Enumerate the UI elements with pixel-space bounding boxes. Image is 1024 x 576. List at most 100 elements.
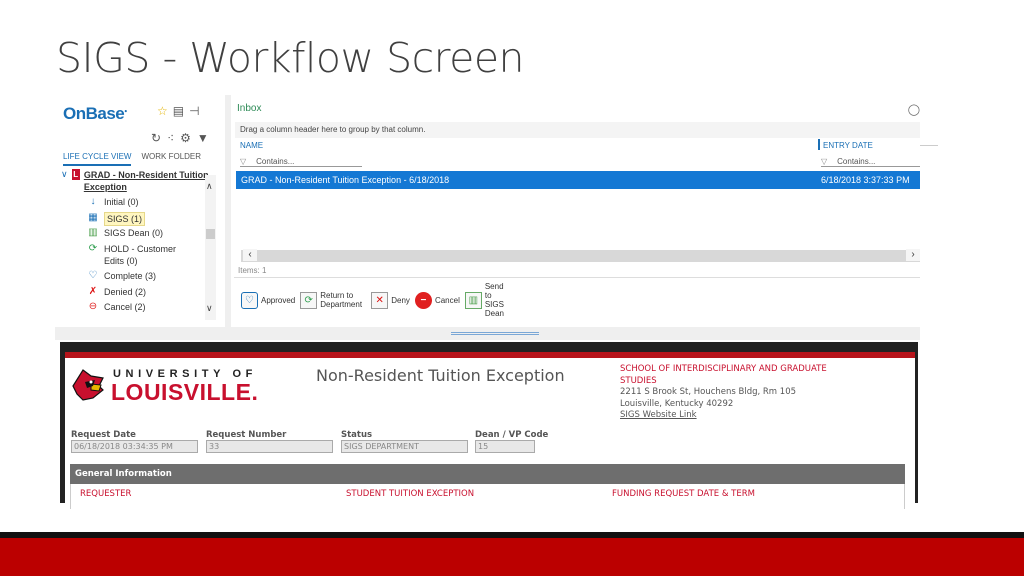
layout-icon[interactable]: ▤ bbox=[173, 104, 184, 118]
tab-work-folder[interactable]: WORK FOLDER bbox=[141, 152, 201, 166]
form-window: UNIVERSITY OF LOUISVILLE. Non-Resident T… bbox=[60, 342, 918, 509]
view-tabs: LIFE CYCLE VIEW WORK FOLDER bbox=[63, 152, 201, 166]
lifecycle-icon: L bbox=[71, 169, 80, 180]
onbase-window: OnBase● ☆ ▤ ⊣ ↻ ⁖ ⚙ ▼ LIFE CYCLE VIEW WO… bbox=[55, 95, 920, 340]
tree-items: ↓ Initial (0) ▦ SIGS (1) ▥ SIGS Dean (0)… bbox=[88, 196, 211, 317]
school-address-1: 2211 S Brook St, Houchens Bldg, Rm 105 bbox=[620, 387, 797, 397]
scroll-thumb[interactable] bbox=[206, 229, 215, 239]
tree-item-complete[interactable]: ♡ Complete (3) bbox=[88, 270, 211, 286]
cancel-button[interactable]: − Cancel bbox=[414, 291, 460, 309]
panel-splitter[interactable] bbox=[451, 332, 539, 335]
tree-item-label: Denied (2) bbox=[104, 286, 147, 297]
filter-placeholder: Contains... bbox=[837, 157, 876, 166]
pin-icon[interactable]: ⊣ bbox=[189, 104, 199, 118]
tab-life-cycle-view[interactable]: LIFE CYCLE VIEW bbox=[63, 152, 132, 166]
group-hint[interactable]: Drag a column header here to group by th… bbox=[235, 122, 920, 138]
share-icon[interactable]: ⁖ bbox=[167, 131, 174, 145]
requester-label: REQUESTER bbox=[80, 489, 132, 499]
dean-vp-code-input[interactable]: 15 bbox=[475, 440, 535, 453]
school-address-2: Louisville, Kentucky 40292 bbox=[620, 398, 734, 409]
tree-scrollbar[interactable]: ∧ ∨ bbox=[205, 175, 216, 320]
left-panel: OnBase● ☆ ▤ ⊣ ↻ ⁖ ⚙ ▼ LIFE CYCLE VIEW WO… bbox=[55, 95, 225, 327]
tree-item-label: SIGS Dean (0) bbox=[104, 228, 164, 239]
school-info: SCHOOL OF INTERDISCIPLINARY AND GRADUATE… bbox=[620, 364, 860, 422]
chevron-up-icon[interactable]: ∧ bbox=[206, 181, 213, 192]
footer-bar-red bbox=[0, 538, 1024, 576]
field-label: Request Number bbox=[206, 430, 287, 440]
cancel-icon: − bbox=[414, 291, 432, 309]
request-date-field: Request Date 06/18/2018 03:34:35 PM bbox=[71, 430, 198, 453]
column-header-entry-date[interactable]: ENTRY DATE bbox=[818, 139, 873, 150]
deny-icon: ✕ bbox=[371, 291, 389, 309]
tree-item-label: Initial (0) bbox=[104, 197, 139, 207]
lifecycle-tree: ∨ L GRAD - Non-Resident Tuition Exceptio… bbox=[61, 169, 211, 317]
chevron-down-icon[interactable]: ∨ bbox=[206, 303, 213, 314]
filter-icon[interactable]: ▼ bbox=[197, 131, 209, 145]
inbox-panel: Inbox ◯ Drag a column header here to gro… bbox=[231, 95, 920, 327]
section-body: REQUESTER STUDENT TUITION EXCEPTION FUND… bbox=[70, 484, 905, 509]
entry-date-filter-input[interactable]: ▽ Contains... bbox=[821, 157, 920, 167]
chevron-left-icon[interactable]: ‹ bbox=[243, 249, 257, 261]
request-date-input[interactable]: 06/18/2018 03:34:35 PM bbox=[71, 440, 198, 453]
action-label: Send to SIGS Dean bbox=[484, 282, 504, 318]
search-icon[interactable]: ◯ bbox=[908, 103, 920, 116]
chevron-down-icon[interactable]: ∨ bbox=[61, 169, 68, 180]
tree-item-label: Cancel (2) bbox=[104, 302, 146, 313]
tree-item-label: Complete (3) bbox=[104, 271, 157, 282]
slide: SIGS - Workflow Screen OnBase● ☆ ▤ ⊣ ↻ ⁖… bbox=[0, 0, 1024, 576]
column-header-name[interactable]: NAME bbox=[240, 141, 263, 150]
table-row[interactable]: GRAD - Non-Resident Tuition Exception - … bbox=[236, 171, 920, 189]
row-entry-date: 6/18/2018 3:37:33 PM bbox=[821, 175, 910, 185]
funding-request-label: FUNDING REQUEST DATE & TERM bbox=[612, 489, 755, 499]
inbox-title: Inbox bbox=[237, 103, 262, 114]
task-actions: ♡ Approved ⟳ Return to Department ✕ Deny… bbox=[241, 279, 507, 321]
uofl-logo: UNIVERSITY OF LOUISVILLE. bbox=[69, 366, 279, 406]
tool-icons: ↻ ⁖ ⚙ ▼ bbox=[151, 131, 209, 145]
tree-item-sigs[interactable]: ▦ SIGS (1) bbox=[88, 211, 211, 228]
cancel-icon: ⊖ bbox=[88, 301, 98, 313]
return-icon: ⟳ bbox=[300, 291, 318, 309]
request-number-input[interactable]: 33 bbox=[206, 440, 333, 453]
student-tuition-exception-label: STUDENT TUITION EXCEPTION bbox=[346, 489, 475, 499]
tree-root[interactable]: ∨ L GRAD - Non-Resident Tuition Exceptio… bbox=[61, 169, 211, 193]
request-number-field: Request Number 33 bbox=[206, 430, 333, 453]
folder-icon: ▥ bbox=[88, 227, 98, 239]
tree-item-label: HOLD - Customer Edits (0) bbox=[104, 244, 177, 267]
tree-item-cancel[interactable]: ⊖ Cancel (2) bbox=[88, 301, 211, 317]
name-filter-input[interactable]: ▽ Contains... bbox=[240, 157, 362, 167]
send-to-sigs-dean-button[interactable]: ▥ Send to SIGS Dean bbox=[464, 282, 507, 318]
approved-icon: ♡ bbox=[241, 291, 258, 309]
filter-icon: ▽ bbox=[240, 157, 247, 166]
horizontal-scrollbar[interactable]: ‹ › bbox=[241, 249, 920, 262]
deny-button[interactable]: ✕ Deny bbox=[371, 291, 410, 309]
arrow-down-icon: ↓ bbox=[90, 196, 96, 207]
action-label: Approved bbox=[261, 295, 296, 305]
filter-icon: ▽ bbox=[821, 157, 828, 166]
onbase-logo: OnBase● bbox=[63, 104, 127, 123]
tree-item-label: SIGS (1) bbox=[104, 211, 146, 226]
status-input[interactable]: SIGS DEPARTMENT bbox=[341, 440, 468, 453]
field-label: Request Date bbox=[71, 430, 136, 440]
slide-title: SIGS - Workflow Screen bbox=[56, 34, 525, 82]
calculator-icon: ▦ bbox=[88, 211, 98, 223]
refresh-icon[interactable]: ↻ bbox=[151, 131, 161, 145]
action-label: Return to Department bbox=[320, 291, 363, 309]
action-label: Cancel bbox=[434, 295, 460, 305]
sigs-website-link[interactable]: SIGS Website Link bbox=[620, 410, 860, 422]
star-add-icon[interactable]: ☆ bbox=[157, 104, 168, 118]
form-body: UNIVERSITY OF LOUISVILLE. Non-Resident T… bbox=[65, 352, 915, 509]
tree-item-hold[interactable]: ⟳ HOLD - Customer Edits (0) bbox=[88, 243, 211, 270]
cycle-icon: ⟳ bbox=[88, 243, 98, 255]
return-to-department-button[interactable]: ⟳ Return to Department bbox=[300, 291, 366, 309]
gear-icon[interactable]: ⚙ bbox=[180, 131, 191, 145]
form-title: Non-Resident Tuition Exception bbox=[316, 366, 565, 385]
tree-item-sigs-dean[interactable]: ▥ SIGS Dean (0) bbox=[88, 227, 211, 243]
top-icons: ☆ ▤ ⊣ bbox=[157, 104, 200, 118]
chevron-right-icon[interactable]: › bbox=[906, 249, 920, 261]
send-icon: ▥ bbox=[464, 291, 482, 309]
approved-button[interactable]: ♡ Approved bbox=[241, 291, 296, 309]
row-name: GRAD - Non-Resident Tuition Exception - … bbox=[241, 175, 450, 185]
tree-root-label: GRAD - Non-Resident Tuition Exception bbox=[83, 170, 209, 192]
tree-item-denied[interactable]: ✗ Denied (2) bbox=[88, 286, 211, 302]
tree-item-initial[interactable]: ↓ Initial (0) bbox=[88, 196, 211, 212]
